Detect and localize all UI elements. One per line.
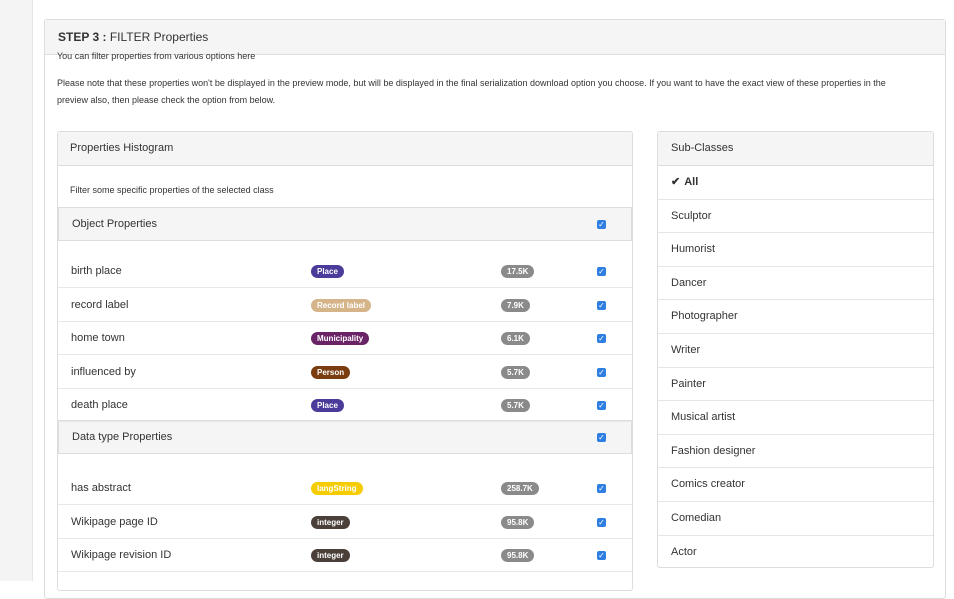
range-type-badge: integer [311, 549, 350, 562]
object-properties-label: Object Properties [72, 218, 157, 230]
subclass-label: Writer [671, 343, 701, 356]
subclass-label: Photographer [671, 310, 738, 323]
property-label: record label [71, 298, 129, 311]
object-properties-checkbox[interactable]: ✓ [597, 220, 606, 229]
property-checkbox[interactable]: ✓ [597, 267, 606, 276]
subclass-item[interactable]: Photographer [658, 300, 933, 334]
property-row: influenced by Person 5.7K ✓ [58, 355, 632, 389]
property-label: influenced by [71, 365, 136, 378]
property-row: birth place Place 17.5K ✓ [58, 254, 632, 288]
property-checkbox[interactable]: ✓ [597, 334, 606, 343]
property-checkbox[interactable]: ✓ [597, 517, 606, 527]
subclass-item[interactable]: ✔ All [658, 166, 933, 200]
subclass-label: Musical artist [671, 411, 736, 424]
subclass-item[interactable]: Writer [658, 334, 933, 368]
histogram-title: Properties Histogram [58, 132, 632, 166]
property-label: Wikipage page ID [71, 515, 158, 528]
subclass-item[interactable]: Painter [658, 368, 933, 402]
intro-text: You can filter properties from various o… [57, 51, 256, 61]
count-badge: 6.1K [501, 332, 530, 345]
subclass-label: Dancer [671, 276, 707, 289]
range-type-badge: Municipality [311, 332, 370, 345]
subclass-item[interactable]: Actor [658, 536, 933, 567]
property-label: home town [71, 332, 125, 344]
subclass-item[interactable]: Dancer [658, 267, 933, 301]
count-badge: 95.8K [501, 515, 535, 529]
subclass-item[interactable]: Humorist [658, 233, 933, 267]
subclasses-panel: Sub-Classes ✔ All Sculptor Humorist Dancer Ph… [657, 131, 934, 568]
property-row: record label Record label 7.9K ✓ [58, 288, 632, 322]
step-label: STEP 3 : [58, 30, 107, 44]
subclass-label: Fashion designer [671, 444, 756, 457]
datatype-properties-checkbox[interactable]: ✓ [597, 433, 606, 442]
range-type-badge: Place [311, 265, 344, 278]
property-checkbox[interactable]: ✓ [597, 367, 606, 377]
subclass-item[interactable]: Musical artist [658, 401, 933, 435]
subclasses-list: ✔ All Sculptor Humorist Dancer Photographer Wr… [658, 166, 933, 567]
subclass-label: Comedian [671, 511, 722, 524]
count-badge: 5.7K [501, 399, 530, 412]
intro-note: Please note that these properties won't … [57, 78, 886, 105]
range-type-badge: Place [311, 399, 344, 412]
property-checkbox[interactable]: ✓ [597, 551, 606, 560]
property-label: death place [71, 399, 128, 411]
property-checkbox[interactable]: ✓ [597, 300, 606, 310]
property-checkbox[interactable]: ✓ [597, 401, 606, 410]
range-type-badge: Record label [311, 298, 372, 312]
subclasses-title: Sub-Classes [658, 132, 933, 166]
count-badge: 5.7K [501, 365, 530, 379]
property-row: home town Municipality 6.1K ✓ [58, 321, 632, 355]
count-badge: 17.5K [501, 265, 535, 278]
count-badge: 95.8K [501, 549, 535, 562]
properties-histogram-panel: Properties Histogram Filter some specifi… [57, 131, 633, 591]
object-properties-group: Object Properties ✓ [58, 207, 632, 241]
property-row: Wikipage revision ID integer 95.8K ✓ [58, 538, 632, 572]
subclass-item[interactable]: Fashion designer [658, 435, 933, 469]
count-badge: 7.9K [501, 298, 530, 312]
count-badge: 258.7K [501, 482, 539, 495]
property-label: Wikipage revision ID [71, 549, 172, 561]
property-checkbox[interactable]: ✓ [597, 484, 606, 493]
subclass-item[interactable]: Sculptor [658, 200, 933, 234]
step-title: FILTER Properties [109, 30, 209, 44]
property-row: death place Place 5.7K ✓ [58, 388, 632, 422]
subclass-item[interactable]: Comedian [658, 502, 933, 536]
histogram-subtitle: Filter some specific properties of the s… [70, 185, 274, 195]
range-type-badge: integer [311, 515, 350, 529]
checkmark-icon: ✔ [671, 176, 681, 188]
subclass-label: Sculptor [671, 209, 712, 222]
subclass-label: Actor [671, 545, 697, 558]
property-row: has abstract langString 258.7K ✓ [58, 471, 632, 505]
range-type-badge: langString [311, 482, 363, 495]
subclass-label: All [684, 176, 699, 188]
subclass-label: Humorist [671, 243, 716, 256]
subclass-label: Comics creator [671, 478, 745, 491]
subclass-label: Painter [671, 377, 706, 390]
subclass-item[interactable]: Comics creator [658, 468, 933, 502]
property-label: birth place [71, 265, 122, 277]
step3-header: STEP 3 : FILTER Properties [45, 20, 945, 55]
datatype-properties-group: Data type Properties ✓ [58, 420, 632, 454]
range-type-badge: Person [311, 365, 351, 379]
property-label: has abstract [71, 482, 131, 494]
property-row: Wikipage page ID integer 95.8K ✓ [58, 505, 632, 539]
left-sidebar-strip [0, 0, 33, 581]
datatype-properties-label: Data type Properties [72, 431, 173, 443]
